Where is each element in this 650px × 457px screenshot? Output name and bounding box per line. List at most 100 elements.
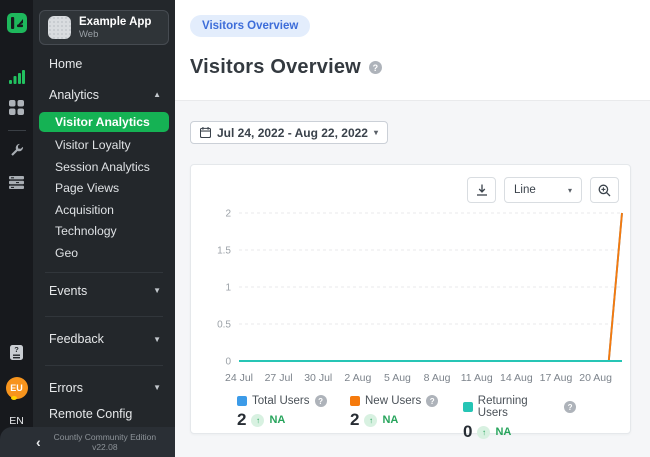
menu-label: Technology xyxy=(55,224,117,238)
menu-label: Errors xyxy=(49,381,83,395)
sidebar-item-geo[interactable]: Geo xyxy=(33,242,175,264)
caret-down-icon: ▾ xyxy=(568,186,572,195)
user-avatar[interactable]: EU xyxy=(6,377,28,399)
page-header: Visitors Overview Visitors Overview ? xyxy=(175,0,650,101)
series-label: Total Users xyxy=(252,395,310,407)
svg-text:30 Jul: 30 Jul xyxy=(304,372,332,384)
sidebar-item-visitor-analytics[interactable]: Visitor Analytics xyxy=(39,112,169,133)
sidebar-bottom-bar: ‹ Countly Community Edition v22.08 xyxy=(0,427,175,457)
legend-total-users[interactable]: Total Users ? 2 ↑ NA xyxy=(237,395,350,442)
svg-text:14 Aug: 14 Aug xyxy=(500,372,533,384)
svg-text:17 Aug: 17 Aug xyxy=(540,372,573,384)
trend-up-icon: ↑ xyxy=(364,414,377,427)
sidebar-section-events[interactable]: Events ▼ xyxy=(33,277,175,305)
menu-label: Session Analytics xyxy=(55,160,150,174)
app-platform: Web xyxy=(79,29,151,40)
menu-label: Analytics xyxy=(49,88,99,102)
sidebar-section-errors[interactable]: Errors ▼ xyxy=(33,374,175,402)
svg-text:?: ? xyxy=(14,345,19,354)
menu-label: Geo xyxy=(55,246,78,260)
menu-label: Acquisition xyxy=(55,203,114,217)
legend-new-users[interactable]: New Users ? 2 ↑ NA xyxy=(350,395,463,442)
svg-text:0: 0 xyxy=(225,357,231,368)
help-icon[interactable]: ? xyxy=(369,61,382,74)
app-switcher[interactable]: Example App Web xyxy=(39,10,169,45)
page-content: Jul 24, 2022 - Aug 22, 2022 ▾ Line ▾ xyxy=(175,101,650,434)
help-icon[interactable]: ? xyxy=(426,395,438,407)
series-value: 0 xyxy=(463,422,472,442)
series-value: 2 xyxy=(237,410,246,430)
legend-returning-users[interactable]: Returning Users ? 0 ↑ NA xyxy=(463,395,576,442)
calendar-icon xyxy=(200,127,211,138)
series-swatch xyxy=(463,402,473,412)
svg-text:11 Aug: 11 Aug xyxy=(461,372,493,384)
chevron-down-icon: ▼ xyxy=(153,383,161,392)
series-swatch xyxy=(237,396,247,406)
svg-text:8 Aug: 8 Aug xyxy=(424,372,451,384)
rail-divider xyxy=(8,130,26,131)
svg-text:24 Jul: 24 Jul xyxy=(225,372,253,384)
sidebar-menu: Example App Web Home Analytics ▲ Visitor… xyxy=(33,0,175,457)
page-title: Visitors Overview xyxy=(190,56,361,79)
breadcrumb[interactable]: Visitors Overview xyxy=(190,15,310,37)
visitors-chart-card: Line ▾ 00.511.5224 Jul27 Jul30 Jul2 Aug5… xyxy=(190,164,631,434)
svg-text:0.5: 0.5 xyxy=(217,320,231,331)
status-dot xyxy=(11,396,17,400)
trend-up-icon: ↑ xyxy=(251,414,264,427)
sidebar-item-technology[interactable]: Technology xyxy=(33,221,175,243)
menu-label: Events xyxy=(49,284,87,298)
data-manager-server-icon[interactable] xyxy=(6,171,28,193)
management-wrench-icon[interactable] xyxy=(6,139,28,161)
menu-label: Visitor Loyalty xyxy=(55,138,131,152)
menu-label: Home xyxy=(49,57,82,71)
sidebar-item-home[interactable]: Home xyxy=(33,51,175,77)
chart-type-value: Line xyxy=(514,184,536,196)
series-label: Returning Users xyxy=(478,395,559,419)
help-icon[interactable]: ? xyxy=(315,395,327,407)
avatar-initials: EU xyxy=(10,383,23,393)
svg-text:27 Jul: 27 Jul xyxy=(265,372,293,384)
magnifier-icon xyxy=(598,184,611,197)
menu-divider xyxy=(45,316,163,317)
analytics-bars-icon[interactable] xyxy=(6,66,28,88)
menu-label: Page Views xyxy=(55,181,119,195)
chevron-down-icon: ▼ xyxy=(153,286,161,295)
menu-label: Feedback xyxy=(49,332,104,346)
sidebar-item-acquisition[interactable]: Acquisition xyxy=(33,199,175,221)
apps-grid-icon[interactable] xyxy=(6,96,28,118)
download-button[interactable] xyxy=(467,177,496,203)
countly-logo-icon[interactable] xyxy=(6,12,28,34)
zoom-button[interactable] xyxy=(590,177,619,203)
chart-type-select[interactable]: Line ▾ xyxy=(504,177,582,203)
icon-rail: ? EU EN xyxy=(0,0,33,457)
download-icon xyxy=(476,184,488,196)
svg-text:5 Aug: 5 Aug xyxy=(384,372,411,384)
chart-legend: Total Users ? 2 ↑ NA New Users xyxy=(237,395,576,442)
sidebar-item-session-analytics[interactable]: Session Analytics xyxy=(33,156,175,178)
menu-divider xyxy=(45,272,163,273)
date-range-picker[interactable]: Jul 24, 2022 - Aug 22, 2022 ▾ xyxy=(190,121,388,144)
svg-text:2 Aug: 2 Aug xyxy=(344,372,371,384)
menu-divider xyxy=(45,365,163,366)
menu-label: Visitor Analytics xyxy=(55,115,150,129)
sidebar-section-feedback[interactable]: Feedback ▼ xyxy=(33,325,175,353)
svg-text:2: 2 xyxy=(225,209,231,220)
chevron-down-icon: ▼ xyxy=(153,335,161,344)
caret-down-icon: ▾ xyxy=(374,128,378,137)
sidebar-item-page-views[interactable]: Page Views xyxy=(33,177,175,199)
language-selector[interactable]: EN xyxy=(9,415,24,427)
sidebar-item-remote-config[interactable]: Remote Config xyxy=(33,401,175,427)
trend-up-icon: ↑ xyxy=(477,426,490,439)
sidebar-section-analytics[interactable]: Analytics ▲ xyxy=(33,81,175,109)
chart-toolbar: Line ▾ xyxy=(467,177,619,203)
chart-area[interactable]: 00.511.5224 Jul27 Jul30 Jul2 Aug5 Aug8 A… xyxy=(193,205,630,396)
trend-label: NA xyxy=(495,426,511,438)
main-area: Visitors Overview Visitors Overview ? Ju… xyxy=(175,0,650,457)
menu-label: Remote Config xyxy=(49,407,132,421)
svg-text:1: 1 xyxy=(225,283,231,294)
sidebar-item-visitor-loyalty[interactable]: Visitor Loyalty xyxy=(33,134,175,156)
app-name: Example App xyxy=(79,16,151,29)
help-icon[interactable]: ? xyxy=(564,401,576,413)
countly-app: ? EU EN Example App Web Home Analytics ▲… xyxy=(0,0,650,457)
help-center-icon[interactable]: ? xyxy=(6,341,28,363)
